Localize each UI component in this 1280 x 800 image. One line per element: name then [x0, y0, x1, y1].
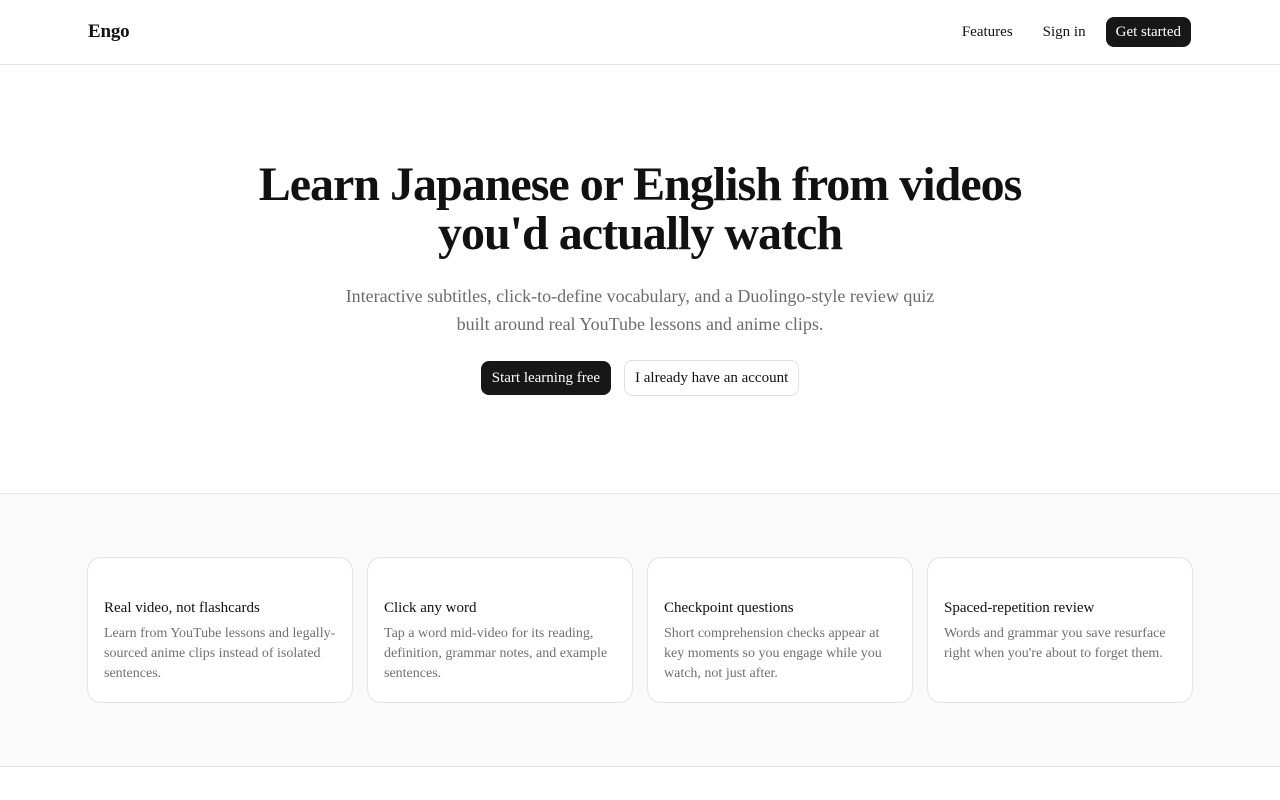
existing-account-button[interactable]: I already have an account: [624, 360, 800, 396]
brand-logo[interactable]: Engo: [88, 21, 130, 43]
top-navigation-bar: Engo Features Sign in Get started: [0, 0, 1280, 65]
feature-card-description: Short comprehension checks appear at key…: [664, 626, 882, 681]
nav-link-features[interactable]: Features: [947, 17, 1028, 47]
feature-card-title: Checkpoint questions: [664, 600, 794, 616]
features-section: Real video, not flashcards Learn from Yo…: [0, 493, 1280, 767]
feature-card-click-word: Click any word Tap a word mid-video for …: [367, 557, 633, 703]
feature-card-spaced-repetition: Spaced-repetition review Words and gramm…: [927, 557, 1193, 703]
hero-actions: Start learning free I already have an ac…: [0, 360, 1280, 396]
feature-cards: Real video, not flashcards Learn from Yo…: [87, 557, 1193, 703]
start-learning-button[interactable]: Start learning free: [480, 361, 612, 395]
page-continuation: [0, 767, 1280, 800]
main-nav: Features Sign in Get started: [947, 17, 1191, 47]
feature-card-title: Real video, not flashcards: [104, 600, 260, 616]
feature-card-real-video: Real video, not flashcards Learn from Yo…: [87, 557, 353, 703]
hero-subtitle: Interactive subtitles, click-to-define v…: [345, 286, 935, 334]
hero-title: Learn Japanese or English from videos yo…: [258, 158, 1023, 260]
nav-link-sign-in[interactable]: Sign in: [1028, 17, 1101, 47]
feature-card-checkpoint: Checkpoint questions Short comprehension…: [647, 557, 913, 703]
feature-card-title: Click any word: [384, 600, 477, 616]
feature-card-description: Words and grammar you save resurface rig…: [944, 626, 1166, 661]
get-started-button[interactable]: Get started: [1105, 17, 1191, 47]
hero-section: Learn Japanese or English from videos yo…: [0, 65, 1280, 493]
feature-card-title: Spaced-repetition review: [944, 600, 1095, 616]
feature-card-description: Learn from YouTube lessons and legally-s…: [104, 626, 336, 681]
feature-card-description: Tap a word mid-video for its reading, de…: [384, 626, 608, 681]
